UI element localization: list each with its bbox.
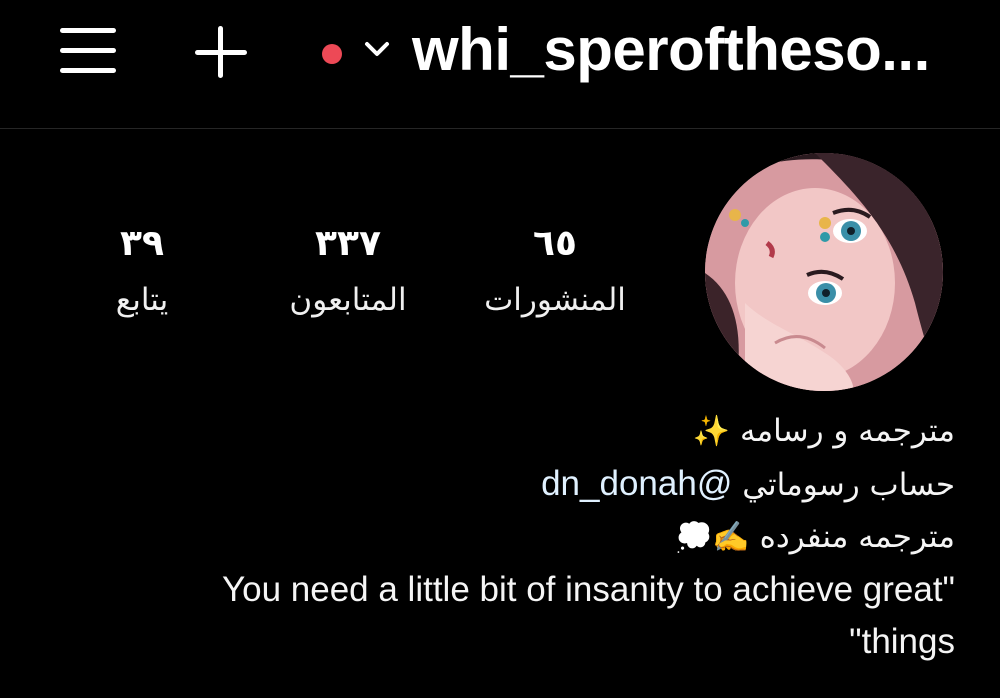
followers-stat[interactable]: ٣٣٧ المتابعون (248, 222, 448, 324)
writing-hand-thought-icon: ✍️💭 (675, 520, 750, 555)
mention-link[interactable]: @dn_donah (541, 464, 732, 503)
bio-line-1: مترجمه و رسامه ✨ (55, 405, 955, 458)
menu-icon[interactable] (60, 28, 120, 74)
bio-line-2-text: حساب رسوماتي (742, 467, 955, 503)
top-bar: whi_speroftheso... (0, 0, 1000, 129)
following-label: يتابع (115, 282, 169, 318)
bio-line-3: مترجمه منفرده ✍️💭 (55, 511, 955, 564)
avatar-illustration-icon (705, 153, 943, 391)
plus-icon[interactable] (190, 22, 250, 82)
bio-line-3-text: مترجمه منفرده (759, 519, 955, 555)
followers-count: ٣٣٧ (315, 223, 381, 264)
followers-label: المتابعون (289, 282, 407, 318)
posts-label: المنشورات (484, 282, 626, 318)
following-count: ٣٩ (120, 223, 164, 264)
sparkles-icon: ✨ (692, 414, 731, 449)
following-stat[interactable]: ٣٩ يتابع (42, 222, 242, 324)
posts-stat[interactable]: ٦٥ المنشورات (455, 222, 655, 324)
bio-quote-line-1: You need a little bit of insanity to ach… (221, 570, 955, 609)
status-dot (322, 44, 342, 64)
posts-count: ٦٥ (533, 223, 577, 264)
bio-line-2: حساب رسوماتي @dn_donah (55, 458, 955, 511)
bio-line-1-text: مترجمه و رسامه (739, 413, 955, 449)
bio-quote-line-2: "things (849, 622, 955, 661)
username[interactable]: whi_speroftheso... (412, 14, 930, 86)
profile-avatar[interactable] (705, 153, 943, 391)
chevron-down-icon[interactable] (362, 34, 392, 64)
profile-bio: مترجمه و رسامه ✨ حساب رسوماتي @dn_donah … (55, 405, 955, 668)
